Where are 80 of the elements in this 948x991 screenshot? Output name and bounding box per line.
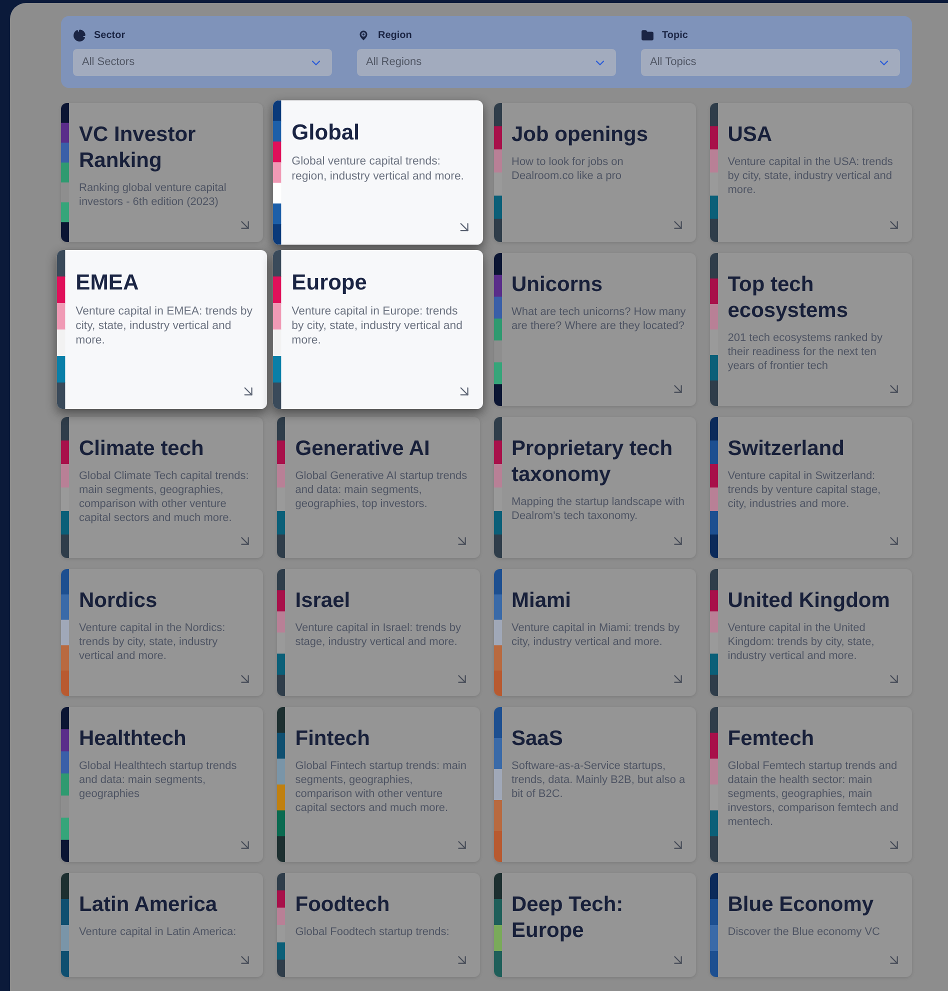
topic-card[interactable]: USA Venture capital in the USA: trends by city, state, industry vertical and more. bbox=[710, 103, 912, 242]
card-title: Nordics bbox=[79, 588, 158, 614]
card-title: Healthtech bbox=[79, 726, 188, 752]
card-title: Switzerland bbox=[728, 436, 846, 462]
card-description: Venture capital in the United Kingdom: trends by city, state, industry vertical and more. bbox=[728, 621, 876, 663]
card-title: Fintech bbox=[295, 726, 371, 752]
card-description: Global Generative AI startup trends and data: main segments, geographies, top investors. bbox=[295, 469, 468, 511]
card-description: Mapping the startup landscape with Dealrom's tech taxonomy. bbox=[512, 495, 686, 523]
card-description: Ranking global venture capital investors - 6th edition (2023) bbox=[79, 181, 228, 209]
topic-card[interactable]: Global Global venture capital trends: region, industry vertical and more. bbox=[273, 100, 484, 245]
card-description: Venture capital in Israel: trends by stage, industry vertical and more. bbox=[295, 621, 462, 649]
topic-card[interactable]: Proprietary tech taxonomy Mapping the startup landscape with Dealrom's tech taxonomy. bbox=[494, 417, 696, 558]
topic-card[interactable]: Job openings How to look for jobs on Dealroom.co like a pro bbox=[494, 103, 696, 242]
card-title: Proprietary tech taxonomy bbox=[512, 436, 674, 488]
card-description: How to look for jobs on Dealroom.co like a pro bbox=[512, 155, 624, 183]
topic-card[interactable]: Deep Tech: Europe bbox=[494, 873, 696, 977]
filter-dropdown[interactable]: All Topics bbox=[641, 49, 900, 76]
topic-card[interactable]: Latin America Venture capital in Latin America: bbox=[61, 873, 264, 977]
topic-card[interactable]: Blue Economy Discover the Blue economy VC bbox=[710, 873, 912, 977]
topic-card[interactable]: Miami Venture capital in Miami: trends by city, industry vertical and more. bbox=[494, 569, 696, 696]
card-description: Venture capital in the Nordics: trends by city, state, industry vertical and more. bbox=[79, 621, 226, 663]
topic-card[interactable]: SaaS Software-as-a-Service startups, trends, data. Mainly B2B, but also a bit of B2C. bbox=[494, 707, 696, 862]
card-description: Discover the Blue economy VC bbox=[728, 925, 881, 939]
card-description: Venture capital in EMEA: trends by city, state, industry vertical and more. bbox=[76, 304, 254, 348]
card-title: Job openings bbox=[512, 122, 649, 148]
card-title: Unicorns bbox=[512, 272, 604, 298]
topic-card[interactable]: Unicorns What are tech unicorns? How many are there? Where are they located? bbox=[494, 253, 696, 406]
card-description: Venture capital in Miami: trends by city, industry vertical and more. bbox=[512, 621, 681, 649]
filter-dropdown[interactable]: All Regions bbox=[357, 49, 616, 76]
card-title: Deep Tech: Europe bbox=[512, 892, 624, 944]
card-description: Venture capital in the USA: trends by city, state, industry vertical and more. bbox=[728, 155, 894, 197]
card-title: Top tech ecosystems bbox=[728, 272, 849, 324]
card-title: Latin America bbox=[79, 892, 218, 918]
card-title: VC Investor Ranking bbox=[79, 122, 197, 174]
card-description: Venture capital in Switzerland: trends by venture capital stage, city, industries and more. bbox=[728, 469, 882, 511]
card-description: Global Foodtech startup trends: bbox=[295, 925, 450, 939]
card-description: 201 tech ecosystems ranked by their readiness for the next ten years of frontier tech bbox=[728, 331, 884, 373]
card-title: Foodtech bbox=[295, 892, 391, 918]
card-title: USA bbox=[728, 122, 774, 148]
topic-card[interactable]: Foodtech Global Foodtech startup trends: bbox=[277, 873, 480, 977]
topic-card[interactable]: Healthtech Global Healthtech startup trends and data: main segments, geographies bbox=[61, 707, 264, 862]
folder-icon bbox=[641, 29, 654, 42]
card-description: Venture capital in Latin America: bbox=[79, 925, 238, 939]
topic-card[interactable]: United Kingdom Venture capital in the United Kingdom: trends by city, state, industry vertical and more. bbox=[710, 569, 912, 696]
topic-card[interactable]: Nordics Venture capital in the Nordics: trends by city, state, industry vertical and more. bbox=[61, 569, 264, 696]
topic-card[interactable]: Climate tech Global Climate Tech capital trends: main segments, geographies, comparison with other venture capital sectors and much more. bbox=[61, 417, 264, 558]
topic-card[interactable]: VC Investor Ranking Ranking global venture capital investors - 6th edition (2023) bbox=[61, 103, 264, 242]
filter-dropdown[interactable]: All Sectors bbox=[73, 49, 332, 76]
filter-label: Region bbox=[378, 29, 412, 43]
card-description: What are tech unicorns? How many are there? Where are they located? bbox=[512, 305, 686, 333]
pie-chart-icon bbox=[73, 29, 86, 42]
card-title: United Kingdom bbox=[728, 588, 891, 614]
topic-card[interactable]: Israel Venture capital in Israel: trends by stage, industry vertical and more. bbox=[277, 569, 480, 696]
card-description: Global Healthtech startup trends and data: main segments, geographies bbox=[79, 759, 238, 801]
card-description: Global Femtech startup trends and datain the health sector: main segments, geographies, main investors, comparison femtech and mentech. bbox=[728, 759, 900, 829]
topic-card[interactable]: Femtech Global Femtech startup trends and datain the health sector: main segments, geographies, main investors, comparison femtech and mentech. bbox=[710, 707, 912, 862]
card-title: Europe bbox=[292, 270, 368, 297]
card-title: Global bbox=[292, 120, 361, 147]
card-title: Climate tech bbox=[79, 436, 205, 462]
topic-card[interactable]: Generative AI Global Generative AI startup trends and data: main segments, geographies, top investors. bbox=[277, 417, 480, 558]
card-title: Israel bbox=[295, 588, 352, 614]
filter-label: Sector bbox=[94, 29, 126, 43]
card-description: Global Fintech startup trends: main segments, geographies, comparison with other venture capital sectors and much more. bbox=[295, 759, 468, 815]
filter-label: Topic bbox=[662, 29, 688, 43]
card-description: Software-as-a-Service startups, trends, data. Mainly B2B, but also a bit of B2C. bbox=[512, 759, 686, 801]
topic-card[interactable]: Switzerland Venture capital in Switzerland: trends by venture capital stage, city, industries and more. bbox=[710, 417, 912, 558]
topic-card[interactable]: Europe Venture capital in Europe: trends by city, state, industry vertical and more. bbox=[273, 250, 484, 410]
topic-card[interactable]: Fintech Global Fintech startup trends: main segments, geographies, comparison with other venture capital sectors and much more. bbox=[277, 707, 480, 862]
card-title: Miami bbox=[512, 588, 572, 614]
topic-card[interactable]: EMEA Venture capital in EMEA: trends by city, state, industry vertical and more. bbox=[56, 250, 268, 410]
card-title: Generative AI bbox=[295, 436, 431, 462]
topic-card[interactable]: Top tech ecosystems 201 tech ecosystems ranked by their readiness for the next ten years of frontier tech bbox=[710, 253, 912, 406]
card-title: SaaS bbox=[512, 726, 564, 752]
card-title: Blue Economy bbox=[728, 892, 875, 918]
card-description: Venture capital in Europe: trends by city, state, industry vertical and more. bbox=[292, 304, 464, 348]
card-description: Global Climate Tech capital trends: main segments, geographies, comparison with other venture capital sectors and much more. bbox=[79, 469, 250, 525]
card-title: EMEA bbox=[76, 270, 140, 297]
card-title: Femtech bbox=[728, 726, 816, 752]
card-description: Global venture capital trends: region, industry vertical and more. bbox=[292, 154, 466, 184]
map-pin-icon bbox=[357, 29, 370, 42]
